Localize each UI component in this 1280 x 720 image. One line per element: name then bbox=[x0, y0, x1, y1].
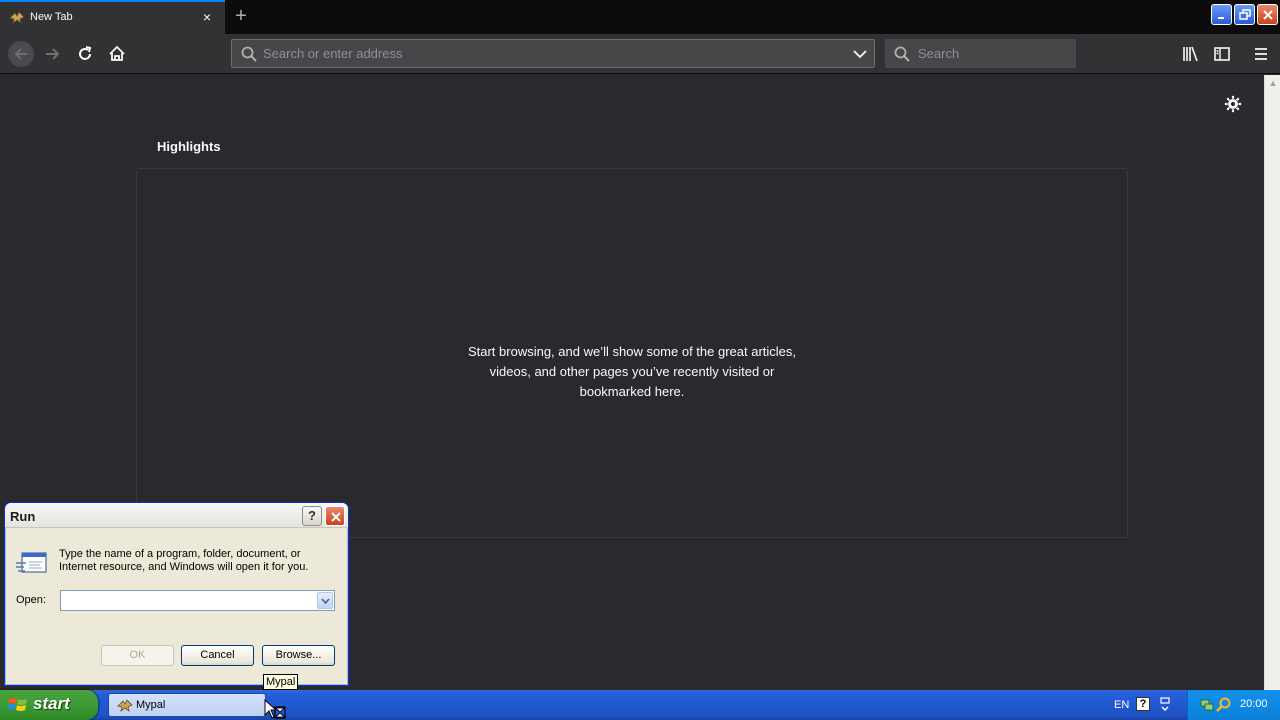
language-indicator[interactable]: EN bbox=[1114, 699, 1129, 711]
tab-new-tab[interactable]: New Tab × bbox=[0, 0, 225, 34]
sidebar-icon bbox=[1214, 47, 1230, 61]
navigation-toolbar bbox=[0, 34, 1280, 74]
open-menu-button[interactable] bbox=[1249, 42, 1273, 66]
browse-button[interactable]: Browse... bbox=[262, 645, 335, 666]
taskbar-tooltip: Mypal bbox=[263, 674, 299, 690]
window-controls bbox=[1211, 4, 1278, 28]
url-input[interactable] bbox=[263, 46, 843, 61]
taskbar-item-mypal[interactable]: Mypal bbox=[108, 693, 266, 717]
search-icon[interactable] bbox=[1216, 697, 1232, 713]
vertical-scrollbar[interactable]: ▲ bbox=[1264, 75, 1280, 690]
highlights-section: Start browsing, and we’ll show some of t… bbox=[136, 168, 1128, 538]
cancel-button[interactable]: Cancel bbox=[181, 645, 254, 666]
close-icon bbox=[331, 512, 341, 522]
start-label: start bbox=[33, 694, 70, 713]
forward-arrow-icon bbox=[46, 48, 60, 60]
empty-message-line: bookmarked here. bbox=[579, 384, 685, 399]
empty-message-line: videos, and other pages you’ve recently … bbox=[489, 364, 775, 379]
run-dialog-titlebar[interactable]: Run ? bbox=[5, 503, 348, 528]
forward-button[interactable] bbox=[41, 42, 65, 66]
run-dialog: Run ? Type the name of a program, folder… bbox=[4, 502, 349, 686]
run-dialog-title: Run bbox=[10, 509, 36, 524]
run-help-button[interactable]: ? bbox=[302, 506, 322, 526]
run-program-icon bbox=[16, 552, 47, 573]
chevron-down-icon bbox=[321, 598, 330, 604]
system-tray: 20:00 bbox=[1187, 690, 1280, 720]
search-icon bbox=[241, 46, 257, 62]
library-button[interactable] bbox=[1178, 42, 1202, 66]
open-combobox[interactable] bbox=[60, 590, 335, 611]
taskbar-item-label: Mypal bbox=[136, 699, 166, 711]
search-icon bbox=[894, 46, 910, 62]
library-icon bbox=[1183, 46, 1198, 62]
close-window-button[interactable] bbox=[1257, 4, 1278, 25]
back-arrow-icon bbox=[14, 48, 27, 60]
tab-title: New Tab bbox=[30, 11, 73, 23]
run-description: Type the name of a program, folder, docu… bbox=[59, 548, 339, 574]
reload-icon bbox=[79, 46, 92, 60]
mypal-favicon-icon bbox=[9, 11, 25, 24]
hamburger-menu-icon bbox=[1255, 48, 1267, 60]
run-description-line: Internet resource, and Windows will open… bbox=[59, 561, 309, 573]
start-button[interactable]: start bbox=[0, 690, 98, 720]
open-input[interactable] bbox=[63, 593, 313, 608]
highlights-empty-message: Start browsing, and we’ll show some of t… bbox=[137, 342, 1127, 402]
minimize-button[interactable] bbox=[1211, 4, 1232, 25]
empty-message-line: Start browsing, and we’ll show some of t… bbox=[467, 344, 797, 359]
mypal-icon bbox=[117, 699, 133, 712]
chevron-down-icon[interactable] bbox=[853, 48, 867, 60]
taskbar: start Mypal EN ? 20:00 bbox=[0, 690, 1280, 720]
sidebar-button[interactable] bbox=[1210, 42, 1234, 66]
reload-button[interactable] bbox=[73, 42, 97, 66]
minimize-icon bbox=[1218, 17, 1224, 19]
language-help-icon[interactable]: ? bbox=[1136, 697, 1150, 711]
url-bar[interactable] bbox=[231, 39, 875, 68]
scroll-up-arrow-icon[interactable]: ▲ bbox=[1265, 75, 1280, 91]
run-close-button[interactable] bbox=[325, 506, 345, 526]
windows-logo-icon bbox=[8, 698, 27, 711]
restore-icon bbox=[1239, 9, 1251, 20]
close-icon bbox=[1263, 10, 1273, 20]
home-icon bbox=[109, 45, 125, 61]
ok-button[interactable]: OK bbox=[101, 645, 174, 666]
tab-close-icon[interactable]: × bbox=[199, 9, 215, 25]
screen: New Tab × + Search or enter address Sear… bbox=[0, 0, 1280, 720]
search-bar[interactable] bbox=[885, 39, 1076, 68]
network-icon[interactable] bbox=[1199, 697, 1215, 713]
open-label: Open: bbox=[16, 594, 46, 606]
run-description-line: Type the name of a program, folder, docu… bbox=[59, 548, 301, 560]
back-button[interactable] bbox=[8, 41, 34, 67]
search-input[interactable] bbox=[918, 46, 1068, 61]
gear-icon[interactable] bbox=[1224, 95, 1242, 113]
open-dropdown-button[interactable] bbox=[317, 592, 333, 609]
new-tab-button[interactable]: + bbox=[230, 5, 252, 27]
language-options-icon[interactable] bbox=[1159, 697, 1171, 712]
highlights-heading: Highlights bbox=[157, 139, 221, 154]
tab-strip: New Tab × + bbox=[0, 0, 1280, 34]
mouse-cursor-icon bbox=[264, 699, 286, 719]
clock: 20:00 bbox=[1240, 698, 1268, 710]
restore-button[interactable] bbox=[1234, 4, 1255, 25]
home-button[interactable] bbox=[105, 42, 129, 66]
